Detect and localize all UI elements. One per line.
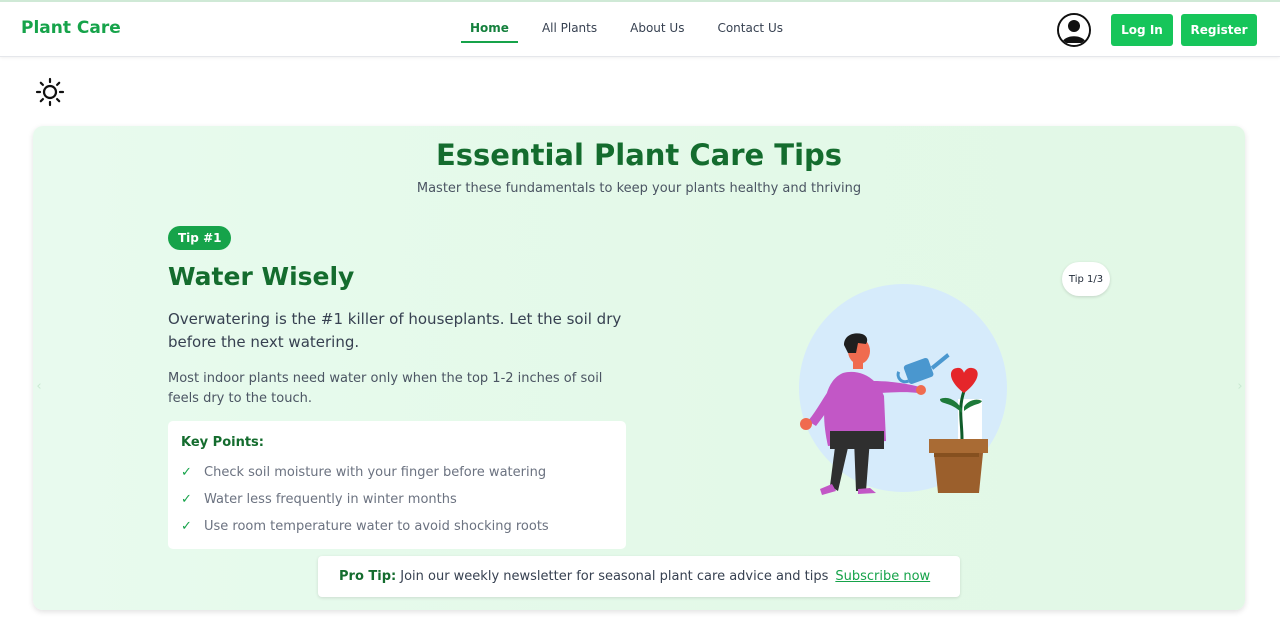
- carousel-next-icon[interactable]: ›: [1234, 378, 1246, 394]
- subscribe-link[interactable]: Subscribe now: [835, 569, 930, 584]
- nav-home[interactable]: Home: [461, 21, 518, 43]
- user-avatar-icon[interactable]: [1057, 13, 1091, 47]
- nav-about-us[interactable]: About Us: [630, 21, 684, 43]
- brand-logo[interactable]: Plant Care: [21, 18, 121, 38]
- tip-detail: Most indoor plants need water only when …: [168, 371, 603, 406]
- section-subtitle: Master these fundamentals to keep your p…: [416, 181, 862, 196]
- tip-counter: Tip 1/3: [1062, 262, 1110, 296]
- pro-tip-text: Join our weekly newsletter for seasonal …: [400, 569, 829, 584]
- nav-all-plants[interactable]: All Plants: [542, 21, 597, 43]
- key-point-item: ✓ Water less frequently in winter months: [181, 486, 613, 513]
- key-point-text: Check soil moisture with your finger bef…: [204, 465, 547, 480]
- check-icon: ✓: [181, 519, 192, 534]
- section-title: Essential Plant Care Tips: [435, 138, 843, 172]
- key-point-text: Water less frequently in winter months: [204, 492, 457, 507]
- tip-lead: Overwatering is the #1 killer of housepl…: [168, 310, 622, 351]
- tip-badge: Tip #1: [168, 226, 232, 250]
- nav-links: Home All Plants About Us Contact Us: [461, 21, 816, 43]
- tip-heading: Water Wisely: [168, 262, 355, 291]
- nav-contact-us[interactable]: Contact Us: [717, 21, 783, 43]
- check-icon: ✓: [181, 492, 192, 507]
- key-points-title: Key Points:: [181, 435, 264, 450]
- tips-card: Essential Plant Care Tips Master these f…: [33, 126, 1245, 610]
- watering-plant-illustration: [799, 284, 1007, 495]
- login-button[interactable]: Log In: [1111, 14, 1173, 46]
- key-point-item: ✓ Check soil moisture with your finger b…: [181, 459, 613, 486]
- key-points-box: Key Points: ✓ Check soil moisture with y…: [168, 421, 626, 549]
- sun-icon[interactable]: [35, 77, 65, 107]
- pro-tip-label: Pro Tip:: [339, 569, 397, 584]
- key-point-item: ✓ Use room temperature water to avoid sh…: [181, 513, 613, 540]
- carousel-prev-icon[interactable]: ‹: [33, 378, 45, 394]
- pro-tip-bar: Pro Tip: Join our weekly newsletter for …: [318, 556, 960, 597]
- key-point-text: Use room temperature water to avoid shoc…: [204, 519, 549, 534]
- check-icon: ✓: [181, 465, 192, 480]
- navbar: Plant Care Home All Plants About Us Cont…: [0, 0, 1280, 57]
- register-button[interactable]: Register: [1181, 14, 1257, 46]
